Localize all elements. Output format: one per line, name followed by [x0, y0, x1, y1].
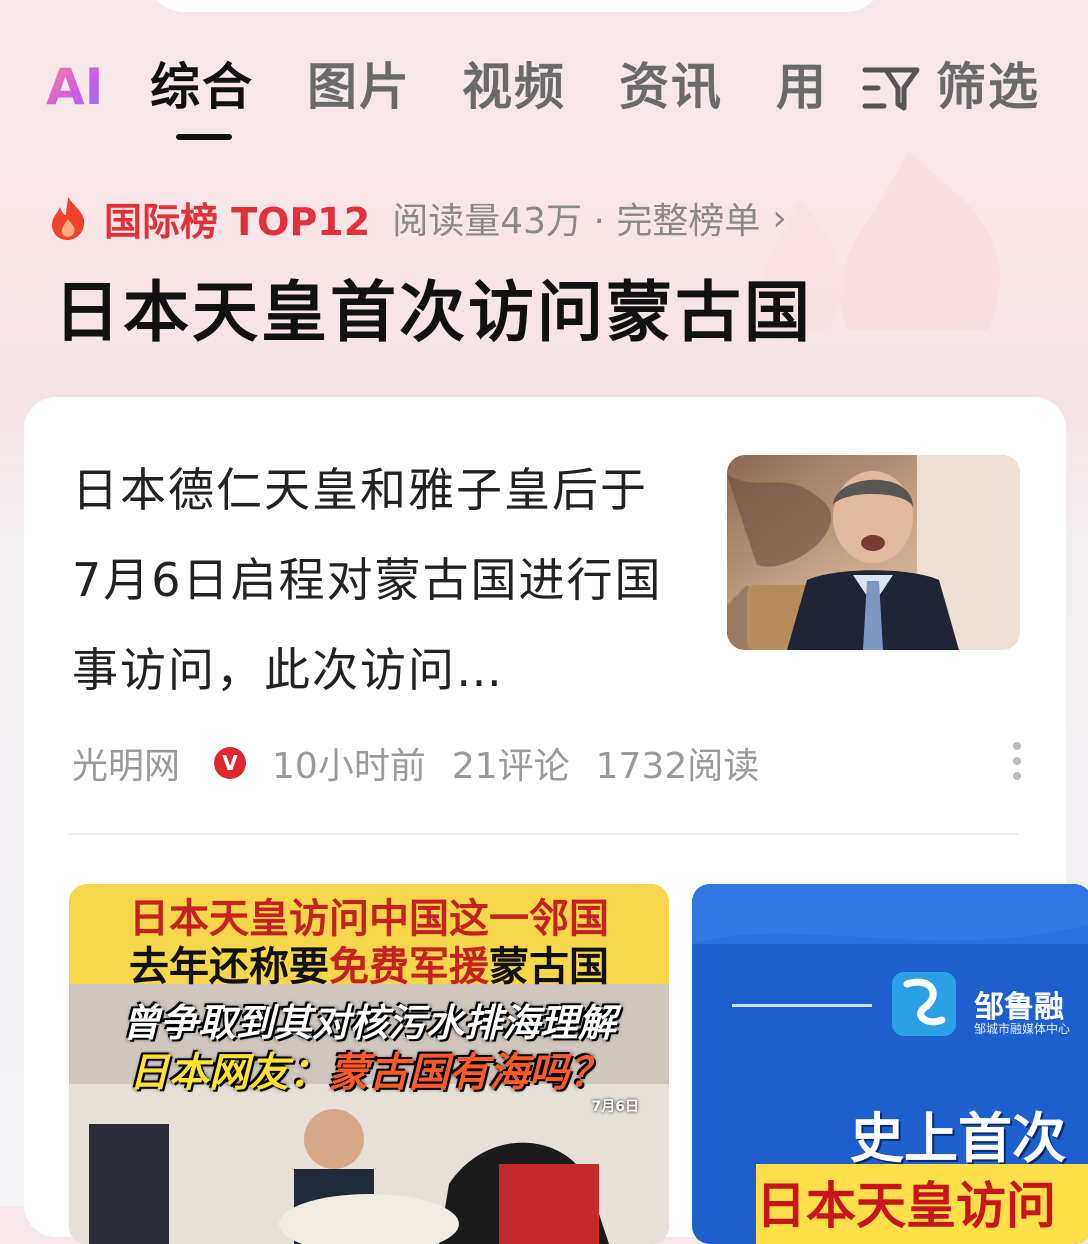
- news-card[interactable]: 日本德仁天皇和雅子皇后于7月6日启程对蒙古国进行国事访问，此次访问… 光明网 V…: [24, 397, 1088, 1244]
- overlay-date: 7月6日: [591, 1099, 639, 1115]
- more-options-icon[interactable]: [1012, 741, 1022, 781]
- video-thumbnail-left[interactable]: 日本天皇访问中国这一邻国 去年还称要免费军援蒙古国 曾争取到其对核污水排海理解 …: [69, 884, 669, 1244]
- overlay-line2-part2: 免费军援: [329, 944, 489, 990]
- tab-videos[interactable]: 视频: [462, 52, 566, 122]
- tab-news[interactable]: 资讯: [619, 52, 723, 122]
- ranking-row[interactable]: 国际榜 TOP12 阅读量43万 · 完整榜单 ›: [48, 190, 787, 246]
- search-tabs: 综合 图片 视频 资讯 用 筛选: [0, 52, 1088, 142]
- article-summary[interactable]: 日本德仁天皇和雅子皇后于7月6日启程对蒙古国进行国事访问，此次访问…: [72, 445, 672, 715]
- divider: [68, 833, 1018, 835]
- ranking-meta[interactable]: 阅读量43万 · 完整榜单: [392, 192, 760, 244]
- search-bar[interactable]: [145, 0, 885, 12]
- overlay-text-line3: 曾争取到其对核污水排海理解: [121, 1001, 616, 1045]
- comment-count: 21评论: [451, 746, 570, 787]
- overlay-line4-part1: 日本网友：: [129, 1050, 329, 1096]
- overlay-text-line2: 去年还称要免费军援蒙古国: [69, 934, 669, 992]
- tab-users[interactable]: 用: [776, 52, 828, 122]
- brand-subtitle: 邹城市融媒体中心: [974, 1022, 1071, 1036]
- source-name[interactable]: 光明网: [72, 737, 180, 789]
- overlay-line2-part3: 蒙古国: [489, 944, 609, 990]
- publish-time: 10小时前: [272, 746, 426, 787]
- ranking-label: 国际榜 TOP12: [104, 199, 371, 244]
- filter-icon[interactable]: [862, 64, 920, 112]
- graphic-headline1: 史上首次: [850, 1107, 1066, 1170]
- topic-title[interactable]: 日本天皇首次访问蒙古国: [54, 268, 813, 358]
- graphic-headline2: 日本天皇访问: [756, 1177, 1056, 1235]
- tab-comprehensive[interactable]: 综合: [150, 52, 254, 122]
- flame-icon: [52, 197, 85, 240]
- read-count: 1732阅读: [595, 746, 760, 787]
- video-thumbnail-right[interactable]: 邹鲁融 邹城市融媒体中心 史上首次 日本天皇访问: [692, 884, 1088, 1244]
- active-tab-indicator: [176, 134, 232, 140]
- article-thumbnail[interactable]: [727, 455, 1020, 650]
- article-meta: 光明网 V 10小时前 21评论 1732阅读: [72, 737, 785, 789]
- filter-button[interactable]: 筛选: [936, 52, 1040, 122]
- chevron-right-icon: ›: [772, 197, 787, 239]
- overlay-line2-part1: 去年还称要: [129, 944, 329, 990]
- overlay-text-line4: 日本网友：蒙古国有海吗？: [69, 1040, 669, 1098]
- tab-images[interactable]: 图片: [307, 52, 411, 122]
- verified-badge-icon: V: [214, 747, 247, 779]
- overlay-line4-part2: 蒙古国有海吗？: [329, 1050, 609, 1096]
